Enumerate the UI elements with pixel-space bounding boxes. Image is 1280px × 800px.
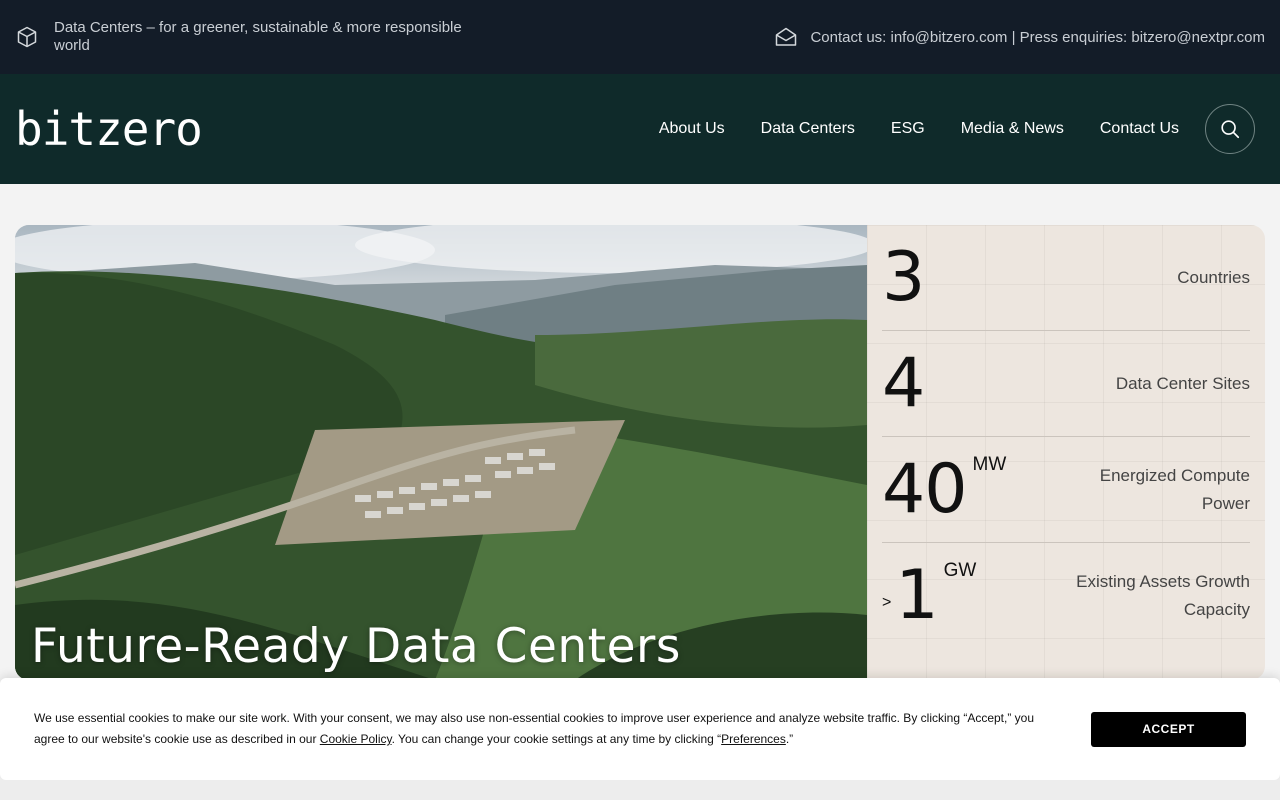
stat-unit: MW bbox=[972, 453, 1007, 475]
stat-unit: GW bbox=[943, 560, 977, 581]
stat-number-group: 4 bbox=[882, 343, 925, 423]
tagline-text: Data Centers – for a greener, sustainabl… bbox=[54, 19, 462, 54]
site-logo[interactable]: bitzero bbox=[15, 102, 203, 156]
stat-label: Data Center Sites bbox=[1115, 373, 1250, 393]
hero-title: Future-Ready Data Centers bbox=[31, 619, 681, 674]
stat-label: Energized Compute Power bbox=[1099, 465, 1250, 513]
main-header: bitzero About Us Data Centers ESG Media … bbox=[0, 74, 1280, 184]
contact-group: Contact us: info@bitzero.com | Press enq… bbox=[774, 25, 1265, 49]
hero-section: Future-Ready Data Centers 3 Countries 4 … bbox=[15, 225, 1265, 680]
search-button[interactable] bbox=[1205, 104, 1255, 154]
cookie-text-part-3: .” bbox=[785, 732, 794, 746]
landscape-illustration bbox=[15, 225, 867, 680]
nav-about-us[interactable]: About Us bbox=[659, 120, 725, 138]
contact-text[interactable]: Contact us: info@bitzero.com | Press enq… bbox=[810, 29, 1265, 46]
accept-cookies-button[interactable]: ACCEPT bbox=[1091, 711, 1246, 747]
nav-contact-us[interactable]: Contact Us bbox=[1100, 120, 1179, 138]
search-icon bbox=[1221, 120, 1240, 139]
stat-number-group: 3 bbox=[882, 237, 925, 317]
stat-countries: 3 Countries bbox=[882, 225, 1250, 331]
main-nav: About Us Data Centers ESG Media & News C… bbox=[659, 104, 1255, 154]
cube-icon bbox=[17, 26, 37, 48]
stat-label: Countries bbox=[1177, 267, 1250, 287]
envelope-icon bbox=[776, 27, 797, 46]
cookie-text-part-2: . You can change your cookie settings at… bbox=[391, 732, 722, 746]
stat-value: 4 bbox=[882, 343, 925, 423]
top-info-bar: Data Centers – for a greener, sustainabl… bbox=[0, 0, 1280, 74]
nav-data-centers[interactable]: Data Centers bbox=[761, 120, 855, 138]
cookie-banner: We use essential cookies to make our sit… bbox=[0, 678, 1280, 780]
cookie-text: We use essential cookies to make our sit… bbox=[34, 708, 1064, 750]
stat-capacity: > 1 GW Existing Assets Growth Capacity bbox=[882, 543, 1250, 649]
nav-media-news[interactable]: Media & News bbox=[961, 120, 1064, 138]
page-bottom-strip bbox=[0, 780, 1280, 800]
stat-value: 40 bbox=[882, 449, 968, 529]
stat-sites: 4 Data Center Sites bbox=[882, 331, 1250, 437]
stat-value: 1 bbox=[895, 556, 938, 635]
stats-panel: 3 Countries 4 Data Center Sites 40 MW En… bbox=[867, 225, 1265, 680]
stat-prefix: > bbox=[882, 594, 892, 611]
nav-esg[interactable]: ESG bbox=[891, 120, 925, 138]
preferences-link[interactable]: Preferences bbox=[721, 732, 786, 746]
stat-number-group: 40 MW bbox=[882, 449, 1007, 529]
stat-value: 3 bbox=[882, 237, 925, 317]
stat-label: Existing Assets Growth Capacity bbox=[1076, 572, 1250, 619]
hero-image: Future-Ready Data Centers bbox=[15, 225, 867, 680]
stat-number-group: > 1 GW bbox=[882, 556, 977, 635]
tagline-group: Data Centers – for a greener, sustainabl… bbox=[15, 19, 495, 55]
cookie-policy-link[interactable]: Cookie Policy bbox=[320, 732, 392, 746]
stat-power: 40 MW Energized Compute Power bbox=[882, 437, 1250, 543]
